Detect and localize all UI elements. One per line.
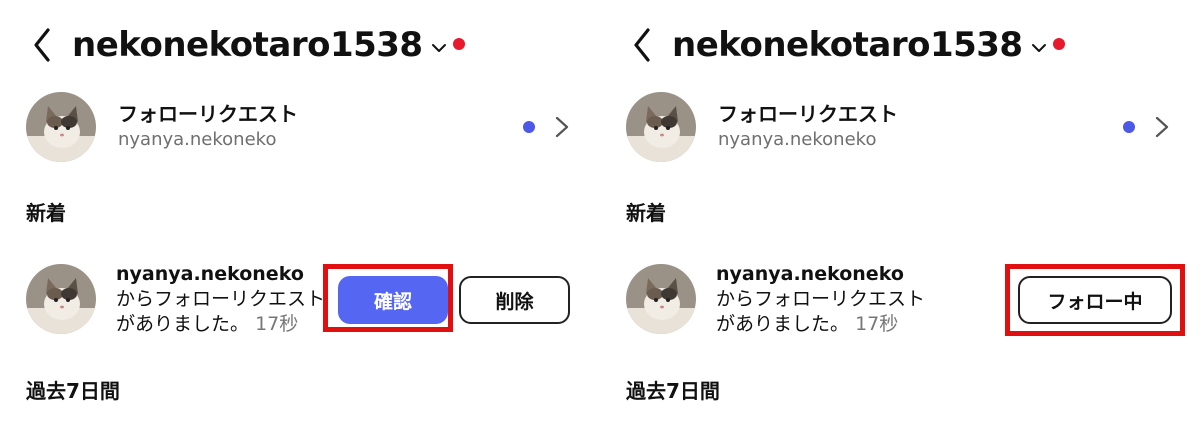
delete-button[interactable]: 削除 bbox=[459, 276, 570, 324]
notification-text: nyanya.nekoneko からフォローリクエストがありました。 17秒 bbox=[716, 262, 926, 350]
highlight-box bbox=[1005, 264, 1185, 336]
notification-username[interactable]: nyanya.nekoneko bbox=[116, 263, 304, 285]
chevron-down-icon[interactable] bbox=[431, 40, 447, 56]
profile-header: nekonekotaro1538 bbox=[628, 22, 1065, 68]
follow-request-row[interactable]: フォローリクエスト nyanya.nekoneko bbox=[626, 92, 1171, 162]
avatar bbox=[626, 92, 696, 162]
follow-request-username: nyanya.nekoneko bbox=[118, 129, 277, 150]
avatar bbox=[626, 264, 696, 334]
follow-request-title: フォローリクエスト bbox=[118, 102, 298, 126]
section-heading-new: 新着 bbox=[626, 201, 666, 225]
notification-time: 17秒 bbox=[255, 313, 299, 335]
back-chevron-icon[interactable] bbox=[628, 25, 656, 65]
notification-dot bbox=[1052, 38, 1065, 50]
notification-item[interactable]: nyanya.nekoneko からフォローリクエストがありました。 17秒 確… bbox=[26, 262, 586, 350]
section-heading-new: 新着 bbox=[26, 201, 66, 225]
avatar bbox=[26, 92, 96, 162]
notification-username[interactable]: nyanya.nekoneko bbox=[716, 263, 904, 285]
back-chevron-icon[interactable] bbox=[28, 25, 56, 65]
notification-dot bbox=[452, 38, 465, 50]
profile-header: nekonekotaro1538 bbox=[28, 22, 465, 68]
highlight-box bbox=[323, 264, 453, 332]
right-panel: nekonekotaro1538 フォローリクエスト nyanya.nekone… bbox=[600, 0, 1200, 426]
notification-text: nyanya.nekoneko からフォローリクエストがありました。 17秒 bbox=[116, 262, 326, 350]
unread-dot bbox=[523, 121, 535, 133]
chevron-right-icon[interactable] bbox=[553, 115, 571, 139]
section-heading-past-7-days: 過去7日間 bbox=[626, 379, 720, 403]
chevron-down-icon[interactable] bbox=[1031, 40, 1047, 56]
follow-request-username: nyanya.nekoneko bbox=[718, 129, 877, 150]
follow-request-title: フォローリクエスト bbox=[718, 102, 898, 126]
follow-request-row[interactable]: フォローリクエスト nyanya.nekoneko bbox=[26, 92, 571, 162]
unread-dot bbox=[1123, 121, 1135, 133]
avatar bbox=[26, 264, 96, 334]
section-heading-past-7-days: 過去7日間 bbox=[26, 379, 120, 403]
account-username[interactable]: nekonekotaro1538 bbox=[672, 25, 1023, 65]
left-panel: nekonekotaro1538 フォローリクエスト nyanya.nekone… bbox=[0, 0, 600, 426]
account-username[interactable]: nekonekotaro1538 bbox=[72, 25, 423, 65]
notification-time: 17秒 bbox=[855, 313, 899, 335]
chevron-right-icon[interactable] bbox=[1153, 115, 1171, 139]
